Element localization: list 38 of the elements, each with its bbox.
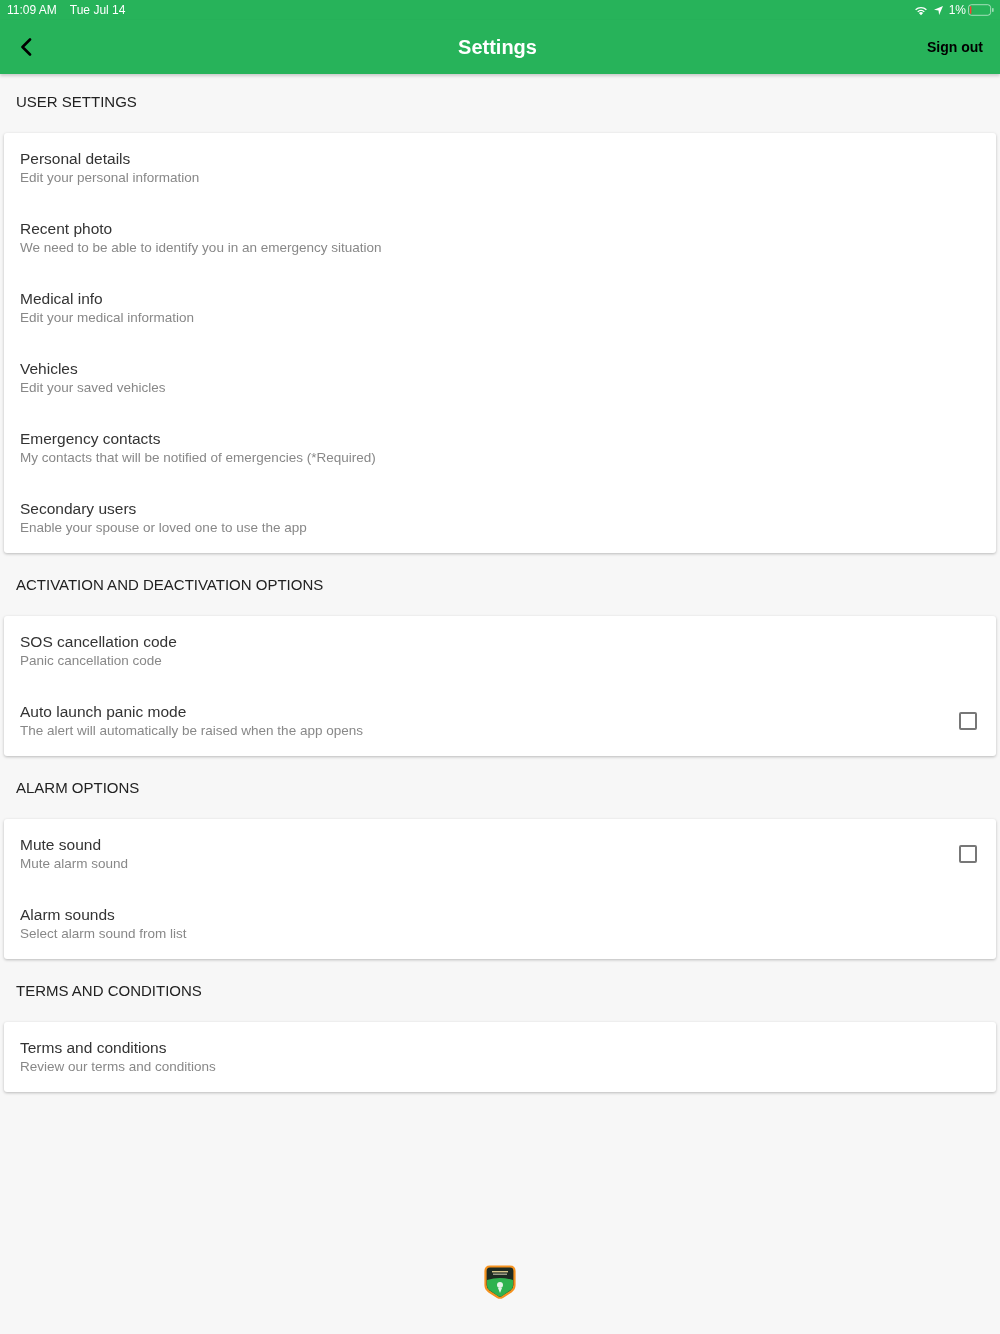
checkbox[interactable]: [959, 845, 977, 863]
battery-icon: [968, 4, 994, 16]
status-time: 11:09 AM: [7, 3, 57, 17]
setting-title[interactable]: Alarm sounds: [20, 905, 115, 925]
setting-description: Panic cancellation code: [20, 652, 162, 670]
setting-title[interactable]: Recent photo: [20, 219, 113, 239]
location-arrow-icon: [933, 5, 943, 15]
setting-description: Enable your spouse or loved one to use the app: [20, 519, 307, 537]
shield-logo-icon: [484, 1265, 516, 1299]
setting-description: Select alarm sound from list: [20, 925, 187, 943]
setting-title[interactable]: Secondary users: [20, 499, 137, 519]
setting-description: Edit your saved vehicles: [20, 379, 166, 397]
setting-description: We need to be able to identify you in an emergency situation: [20, 239, 382, 257]
section-heading: ACTIVATION AND DEACTIVATION OPTIONS: [16, 576, 324, 593]
battery-percent: 1%: [948, 3, 966, 17]
setting-description: My contacts that will be notified of emergencies (*Required): [20, 449, 376, 467]
section-heading: USER SETTINGS: [16, 93, 137, 110]
chevron-left-icon: [20, 38, 32, 56]
checkbox[interactable]: [959, 712, 977, 730]
setting-title[interactable]: Mute sound: [20, 835, 101, 855]
setting-description: Edit your personal information: [20, 169, 200, 187]
setting-title[interactable]: Personal details: [20, 149, 131, 169]
setting-description: Edit your medical information: [20, 309, 195, 327]
setting-description: Mute alarm sound: [20, 855, 129, 873]
setting-title[interactable]: SOS cancellation code: [20, 632, 177, 652]
setting-title[interactable]: Emergency contacts: [20, 429, 161, 449]
setting-description: Review our terms and conditions: [20, 1058, 216, 1076]
setting-title[interactable]: Vehicles: [20, 359, 78, 379]
section-heading: ALARM OPTIONS: [16, 779, 140, 796]
sign-out-button[interactable]: Sign out: [927, 35, 983, 59]
page-title: Settings: [457, 35, 538, 59]
setting-title[interactable]: Auto launch panic mode: [20, 702, 187, 722]
status-date: Tue Jul 14: [69, 3, 126, 17]
wifi-icon: [913, 4, 928, 16]
setting-title[interactable]: Terms and conditions: [20, 1038, 167, 1058]
setting-description: The alert will automatically be raised when the app opens: [20, 722, 363, 740]
setting-title[interactable]: Medical info: [20, 289, 103, 309]
section-heading: TERMS AND CONDITIONS: [16, 982, 202, 999]
